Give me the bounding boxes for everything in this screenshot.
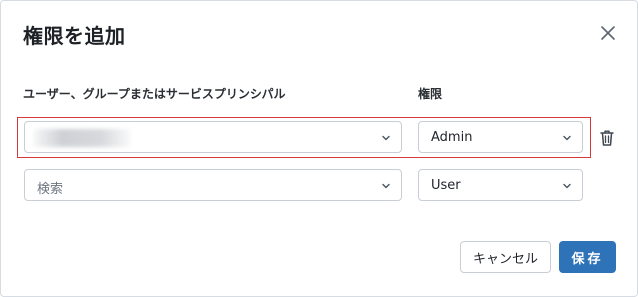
permission-select-value: User (431, 178, 461, 193)
close-icon[interactable] (598, 23, 618, 43)
principal-select-row-2[interactable]: 検索 (24, 169, 402, 201)
chevron-down-icon (563, 183, 571, 189)
permission-select-row-2[interactable]: User (418, 169, 583, 201)
chevron-down-icon (563, 135, 571, 141)
redacted-principal-value (33, 129, 131, 147)
add-permission-dialog: 権限を追加 ユーザー、グループまたはサービスプリンシパル 権限 Admin 検索 (0, 0, 638, 297)
principal-select-row-1[interactable] (24, 121, 402, 153)
principal-search-placeholder: 検索 (37, 182, 64, 197)
permission-select-value: Admin (431, 130, 473, 145)
save-button[interactable]: 保存 (559, 241, 616, 273)
dialog-title: 権限を追加 (23, 24, 126, 48)
permission-column-label: 権限 (418, 87, 443, 101)
trash-icon[interactable] (599, 129, 615, 147)
principal-column-label: ユーザー、グループまたはサービスプリンシパル (23, 87, 286, 101)
chevron-down-icon (382, 183, 390, 189)
permission-select-row-1[interactable]: Admin (418, 121, 583, 153)
chevron-down-icon (382, 135, 390, 141)
cancel-button[interactable]: キャンセル (460, 241, 551, 273)
